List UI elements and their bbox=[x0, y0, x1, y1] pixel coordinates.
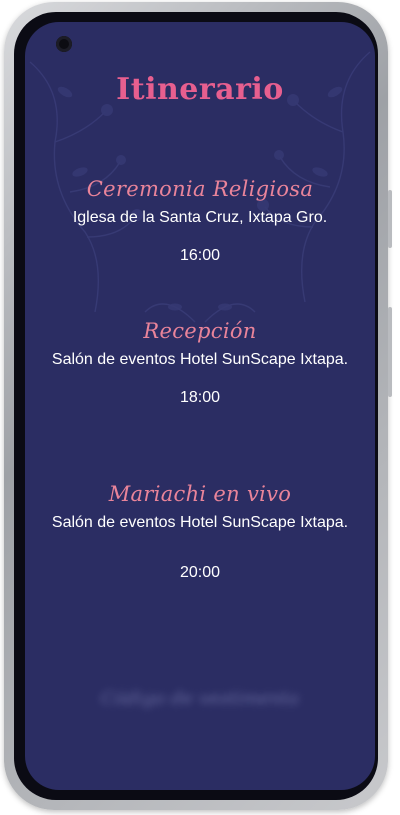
page-title: Itinerario bbox=[116, 72, 284, 107]
front-camera-icon bbox=[56, 36, 72, 52]
event-place: Salón de eventos Hotel SunScape Ixtapa. bbox=[51, 351, 349, 368]
event-name: Ceremonia Religiosa bbox=[86, 177, 314, 201]
event-place: Iglesa de la Santa Cruz, Ixtapa Gro. bbox=[72, 209, 328, 226]
event-time: 18:00 bbox=[179, 389, 221, 406]
event-time: 20:00 bbox=[179, 564, 221, 581]
event-ceremony: Ceremonia Religiosa Iglesa de la Santa C… bbox=[25, 177, 375, 265]
event-place: Salón de eventos Hotel SunScape Ixtapa. bbox=[51, 514, 349, 531]
event-name: Recepción bbox=[143, 319, 257, 343]
event-mariachi: Mariachi en vivo Salón de eventos Hotel … bbox=[25, 482, 375, 582]
volume-button bbox=[388, 190, 392, 248]
screen: Itinerario Ceremonia Religiosa Iglesa de… bbox=[25, 22, 375, 790]
blurred-footer-text: Código de vestimenta bbox=[100, 688, 300, 709]
event-reception: Recepción Salón de eventos Hotel SunScap… bbox=[25, 319, 375, 407]
power-button bbox=[388, 307, 392, 397]
event-time: 16:00 bbox=[179, 247, 221, 264]
event-name: Mariachi en vivo bbox=[108, 482, 292, 506]
